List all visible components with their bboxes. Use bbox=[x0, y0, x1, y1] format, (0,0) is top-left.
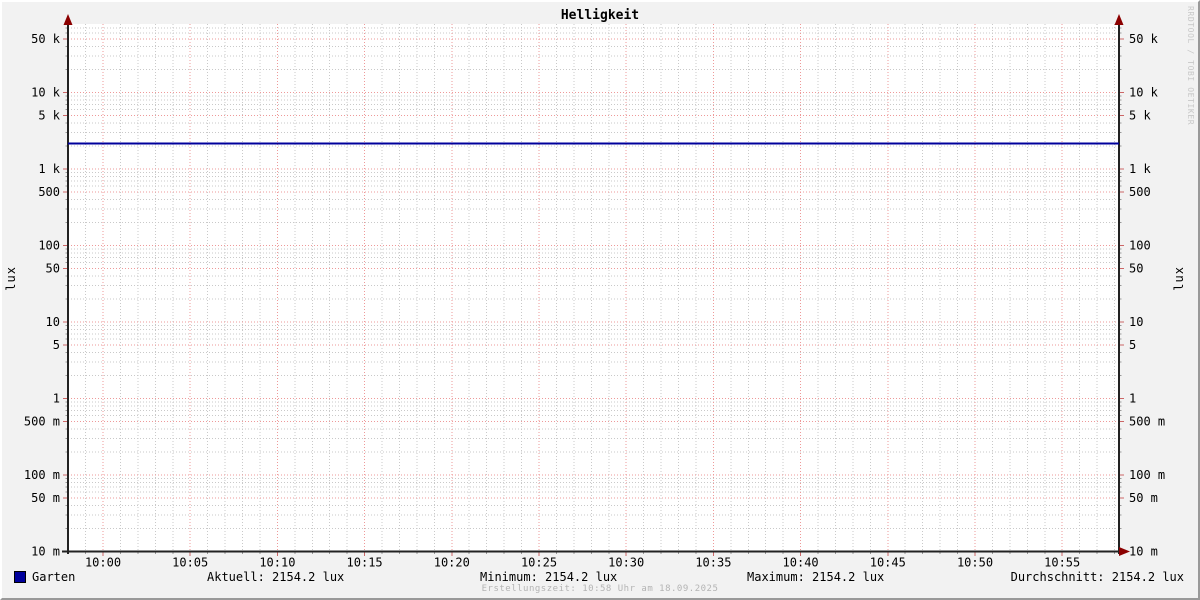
svg-text:100: 100 bbox=[1129, 239, 1151, 253]
legend-entry: Garten bbox=[14, 570, 75, 584]
rrdtool-graph: Helligkeit 10:00 10:05 10:10 10:15 10:20 10:2… bbox=[0, 0, 1200, 600]
legend-series-label: Garten bbox=[32, 570, 76, 584]
y-axis-label-left: lux bbox=[4, 266, 18, 291]
svg-text:10:20: 10:20 bbox=[434, 556, 470, 570]
stat-maximum: Maximum: 2154.2 lux bbox=[747, 570, 885, 584]
plot-canvas: 10:00 10:05 10:10 10:15 10:20 10:25 10:30 10:35… bbox=[24, 14, 1165, 570]
svg-text:10:30: 10:30 bbox=[608, 556, 644, 570]
svg-text:50 k: 50 k bbox=[1129, 32, 1159, 46]
svg-text:1 k: 1 k bbox=[1129, 162, 1151, 176]
creation-timestamp: Erstellungszeit: 10:58 Uhr am 18.09.2025 bbox=[481, 584, 719, 594]
svg-text:10:25: 10:25 bbox=[521, 556, 557, 570]
svg-text:10:40: 10:40 bbox=[783, 556, 819, 570]
svg-text:10:50: 10:50 bbox=[957, 556, 993, 570]
svg-text:50 k: 50 k bbox=[31, 32, 61, 46]
svg-text:10 k: 10 k bbox=[31, 86, 61, 100]
svg-text:5: 5 bbox=[1129, 338, 1136, 352]
svg-text:10:05: 10:05 bbox=[172, 556, 208, 570]
svg-text:10:55: 10:55 bbox=[1044, 556, 1080, 570]
svg-text:500 m: 500 m bbox=[1129, 415, 1165, 429]
svg-text:100 m: 100 m bbox=[24, 468, 60, 482]
svg-text:500 m: 500 m bbox=[24, 415, 60, 429]
y-axis-label-right: lux bbox=[1172, 266, 1186, 291]
svg-text:50 m: 50 m bbox=[1129, 491, 1158, 505]
stat-aktuell: Aktuell: 2154.2 lux bbox=[207, 570, 345, 584]
svg-text:500: 500 bbox=[1129, 185, 1151, 199]
svg-text:10 m: 10 m bbox=[31, 545, 60, 559]
svg-text:5 k: 5 k bbox=[1129, 109, 1151, 123]
svg-text:100 m: 100 m bbox=[1129, 468, 1165, 482]
svg-text:10 k: 10 k bbox=[1129, 86, 1159, 100]
svg-text:10 m: 10 m bbox=[1129, 545, 1158, 559]
svg-text:10:45: 10:45 bbox=[870, 556, 906, 570]
svg-text:1: 1 bbox=[1129, 392, 1136, 406]
rrdtool-watermark: RRDTOOL / TOBI OETIKER bbox=[1186, 6, 1195, 126]
legend-row: Garten Aktuell: 2154.2 lux Minimum: 2154… bbox=[2, 570, 1198, 584]
svg-text:10:00: 10:00 bbox=[85, 556, 121, 570]
stat-durchschnitt: Durchschnitt: 2154.2 lux bbox=[1010, 570, 1184, 584]
svg-text:100: 100 bbox=[38, 239, 60, 253]
svg-text:10:35: 10:35 bbox=[695, 556, 731, 570]
svg-text:10: 10 bbox=[1129, 315, 1143, 329]
svg-text:10:10: 10:10 bbox=[259, 556, 295, 570]
svg-text:10:15: 10:15 bbox=[347, 556, 383, 570]
svg-text:50 m: 50 m bbox=[31, 491, 60, 505]
svg-text:1: 1 bbox=[53, 392, 60, 406]
legend-swatch bbox=[14, 571, 26, 583]
svg-text:50: 50 bbox=[1129, 262, 1143, 276]
svg-text:50: 50 bbox=[46, 262, 60, 276]
svg-text:5 k: 5 k bbox=[38, 109, 60, 123]
svg-text:5: 5 bbox=[53, 338, 60, 352]
stat-minimum: Minimum: 2154.2 lux bbox=[480, 570, 618, 584]
svg-text:500: 500 bbox=[38, 185, 60, 199]
svg-text:1 k: 1 k bbox=[38, 162, 60, 176]
svg-text:10: 10 bbox=[46, 315, 60, 329]
